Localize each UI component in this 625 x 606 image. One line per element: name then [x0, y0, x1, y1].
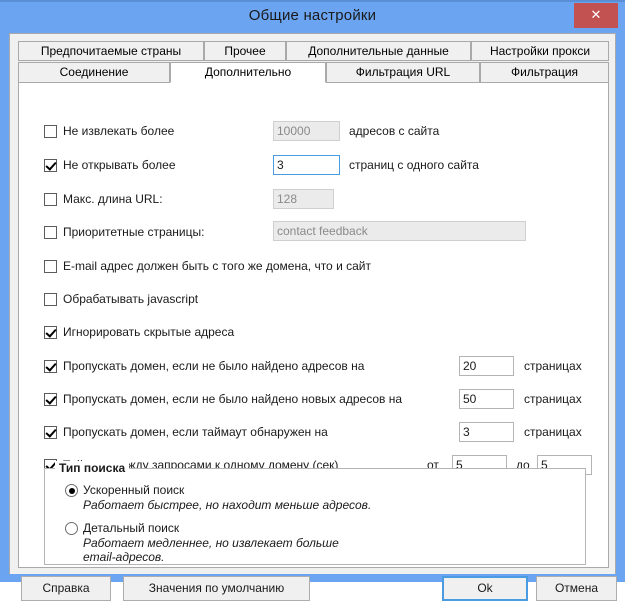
checkbox-box-skip-timeout [44, 425, 57, 439]
label-max-open: Не открывать более [63, 158, 176, 172]
checkbox-box-max-open [44, 158, 57, 172]
radio-option-fast[interactable]: Ускоренный поиск Работает быстрее, но на… [65, 483, 371, 512]
input-max-url-length[interactable] [273, 189, 334, 209]
label-ignore-hidden: Игнорировать скрытые адреса [63, 325, 235, 339]
checkbox-process-javascript[interactable]: Обрабатывать javascript [44, 288, 198, 310]
search-type-title: Тип поиска [55, 461, 130, 475]
row-skip-no-addresses: Пропускать домен, если не было найдено а… [19, 355, 610, 377]
checkbox-box-same-domain-email [44, 259, 57, 273]
window-title: Общие настройки [248, 7, 377, 24]
checkbox-skip-timeout[interactable]: Пропускать домен, если таймаут обнаружен… [44, 421, 328, 443]
row-max-url-length: Макс. длина URL: [19, 188, 610, 210]
radio-label-detailed: Детальный поиск [83, 521, 180, 535]
row-ignore-hidden: Игнорировать скрытые адреса [19, 321, 610, 343]
dialog-body: Предпочитаемые страны Прочее Дополнитель… [9, 33, 617, 601]
label-skip-timeout: Пропускать домен, если таймаут обнаружен… [63, 425, 328, 439]
suffix-skip-no-addresses: страницах [524, 359, 582, 373]
checkbox-box-process-javascript [44, 292, 57, 306]
suffix-max-open: страниц с одного сайта [349, 158, 479, 172]
tab-advanced[interactable]: Дополнительно [170, 62, 326, 83]
row-same-domain-email: E-mail адрес должен быть с того же домен… [19, 255, 610, 277]
row-max-open: Не открывать более страниц с одного сайт… [19, 154, 610, 176]
radio-option-detailed[interactable]: Детальный поиск Работает медленнее, но и… [65, 521, 339, 564]
dialog-button-bar: Справка Значения по умолчанию Ok Отмена [18, 574, 617, 606]
tab-proxy-settings[interactable]: Настройки прокси [471, 41, 609, 61]
tab-url-filtering[interactable]: Фильтрация URL [326, 62, 480, 83]
cancel-button[interactable]: Отмена [536, 576, 617, 601]
checkbox-box-priority-pages [44, 225, 57, 239]
row-max-extract: Не извлекать более адресов с сайта [19, 120, 610, 142]
checkbox-box-skip-no-new-addresses [44, 392, 57, 406]
input-skip-no-new-addresses[interactable] [459, 389, 514, 409]
defaults-button[interactable]: Значения по умолчанию [123, 576, 310, 601]
input-skip-timeout[interactable] [459, 422, 514, 442]
checkbox-skip-no-new-addresses[interactable]: Пропускать домен, если не было найдено н… [44, 388, 402, 410]
checkbox-skip-no-addresses[interactable]: Пропускать домен, если не было найдено а… [44, 355, 364, 377]
tab-other[interactable]: Прочее [204, 41, 286, 61]
label-priority-pages: Приоритетные страницы: [63, 225, 205, 239]
label-max-extract: Не извлекать более [63, 124, 175, 138]
close-icon[interactable]: ✕ [574, 3, 618, 28]
checkbox-box-ignore-hidden [44, 325, 57, 339]
label-skip-no-new-addresses: Пропускать домен, если не было найдено н… [63, 392, 403, 406]
checkbox-max-url-length[interactable]: Макс. длина URL: [44, 188, 163, 210]
radio-description-fast: Работает быстрее, но находит меньше адре… [83, 498, 372, 512]
input-max-open[interactable] [273, 155, 340, 175]
radio-label-fast: Ускоренный поиск [83, 483, 185, 497]
input-max-extract[interactable] [273, 121, 340, 141]
row-skip-timeout: Пропускать домен, если таймаут обнаружен… [19, 421, 610, 443]
suffix-skip-no-new-addresses: страницах [524, 392, 582, 406]
radio-button-detailed [65, 522, 78, 535]
row-skip-no-new-addresses: Пропускать домен, если не было найдено н… [19, 388, 610, 410]
tab-connection[interactable]: Соединение [18, 62, 170, 83]
tab-additional-data[interactable]: Дополнительные данные [286, 41, 471, 61]
checkbox-ignore-hidden[interactable]: Игнорировать скрытые адреса [44, 321, 234, 343]
checkbox-box-max-url-length [44, 192, 57, 206]
checkbox-box-max-extract [44, 124, 57, 138]
radio-button-fast [65, 484, 78, 497]
checkbox-max-open[interactable]: Не открывать более [44, 154, 176, 176]
search-type-groupbox: Тип поиска Ускоренный поиск Работает быс… [44, 461, 586, 565]
input-skip-no-addresses[interactable] [459, 356, 514, 376]
label-max-url-length: Макс. длина URL: [63, 192, 163, 206]
help-button[interactable]: Справка [21, 576, 111, 601]
tab-filtering[interactable]: Фильтрация [480, 62, 609, 83]
label-process-javascript: Обрабатывать javascript [63, 292, 199, 306]
settings-dialog-window: Общие настройки ✕ Предпочитаемые страны … [0, 0, 625, 601]
checkbox-max-extract[interactable]: Не извлекать более [44, 120, 174, 142]
suffix-max-extract: адресов с сайта [349, 124, 440, 138]
row-process-javascript: Обрабатывать javascript [19, 288, 610, 310]
row-priority-pages: Приоритетные страницы: [19, 221, 610, 243]
tab-preferred-countries[interactable]: Предпочитаемые страны [18, 41, 204, 61]
row-request-timeout: Таймаут между запросами к одному домену … [19, 441, 610, 475]
titlebar: Общие настройки ✕ [0, 2, 625, 33]
label-same-domain-email: E-mail адрес должен быть с того же домен… [63, 259, 371, 273]
advanced-tab-panel: Не извлекать более адресов с сайта Не от… [18, 82, 609, 568]
ok-button[interactable]: Ok [442, 576, 528, 601]
checkbox-priority-pages[interactable]: Приоритетные страницы: [44, 221, 204, 243]
tab-strip: Предпочитаемые страны Прочее Дополнитель… [18, 41, 609, 83]
checkbox-box-skip-no-addresses [44, 359, 57, 373]
label-skip-no-addresses: Пропускать домен, если не было найдено а… [63, 359, 365, 373]
input-priority-pages[interactable] [273, 221, 526, 241]
checkbox-same-domain-email[interactable]: E-mail адрес должен быть с того же домен… [44, 255, 371, 277]
radio-description-detailed: Работает медленнее, но извлекает больше … [83, 536, 339, 564]
suffix-skip-timeout: страницах [524, 425, 582, 439]
